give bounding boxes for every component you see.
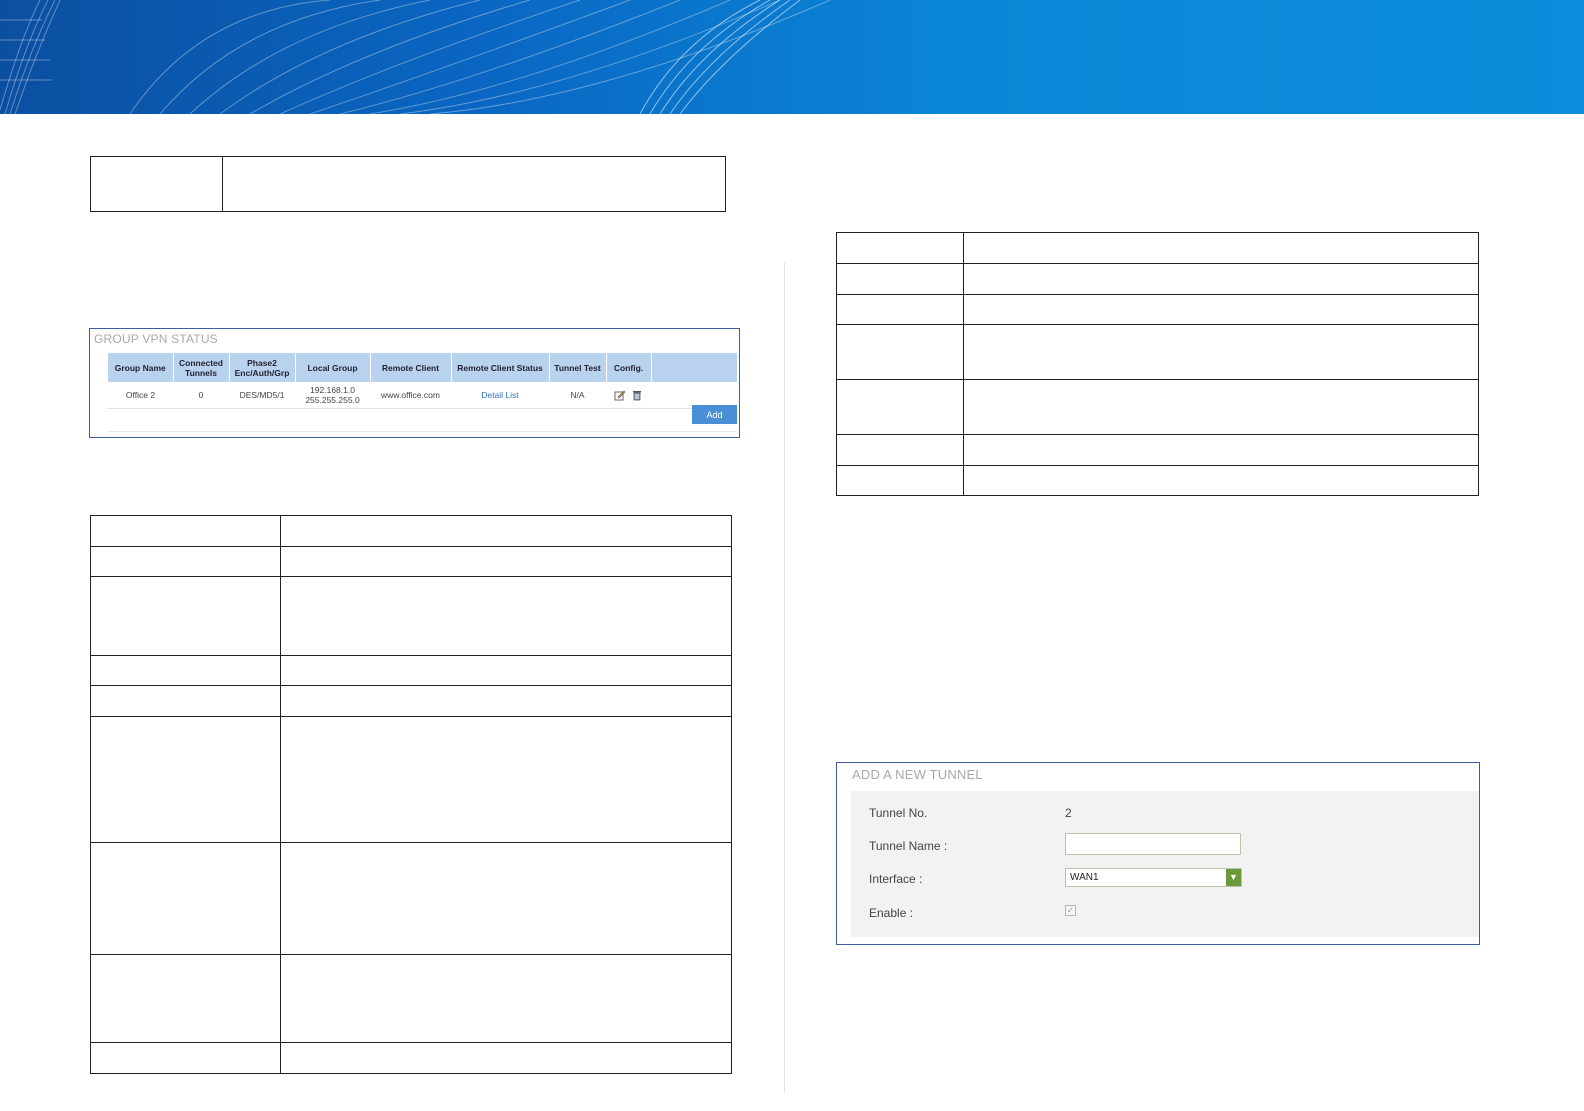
edit-icon[interactable] — [614, 389, 626, 401]
info-table-left — [90, 515, 732, 1074]
table-cell — [280, 655, 732, 686]
col-header-remote-client-status: Remote Client Status — [451, 353, 550, 382]
table-cell — [90, 1042, 281, 1074]
banner-wave-graphic — [0, 0, 831, 114]
chevron-down-icon: ▼ — [1226, 869, 1241, 886]
col-header-filler — [651, 353, 738, 382]
col-header-config: Config. — [606, 353, 652, 382]
panel-title: GROUP VPN STATUS — [94, 332, 218, 346]
col-header-connected-tunnels: Connected Tunnels — [173, 353, 230, 382]
col-header-local-group: Local Group — [295, 353, 371, 382]
info-table-right — [836, 232, 1479, 496]
interface-label: Interface : — [869, 872, 923, 886]
group-vpn-status-panel: GROUP VPN STATUS Group Name Connected Tu… — [89, 328, 740, 438]
table-cell — [280, 954, 732, 1043]
table-cell — [280, 842, 732, 955]
table-cell — [280, 716, 732, 843]
tunnel-form: Tunnel No. 2 Tunnel Name : Interface : W… — [851, 791, 1479, 937]
detail-list-link[interactable]: Detail List — [481, 390, 518, 400]
empty-cell — [108, 408, 737, 432]
interface-selected-value: WAN1 — [1070, 872, 1099, 883]
table-cell — [963, 294, 1479, 325]
cell-connected-tunnels: 0 — [173, 382, 229, 409]
table-cell — [90, 954, 281, 1043]
table-row-empty — [108, 408, 737, 432]
table-cell — [280, 685, 732, 717]
table-cell — [963, 263, 1479, 295]
enable-checkbox[interactable]: ✓ — [1065, 905, 1076, 916]
tunnel-name-label: Tunnel Name : — [869, 839, 948, 853]
group-vpn-table: Group Name Connected Tunnels Phase2 Enc/… — [108, 353, 738, 432]
add-new-tunnel-panel: ADD A NEW TUNNEL Tunnel No. 2 Tunnel Nam… — [836, 762, 1480, 945]
table-cell — [836, 232, 964, 264]
tunnel-no-value: 2 — [1065, 806, 1072, 820]
col-header-phase2: Phase2 Enc/Auth/Grp — [229, 353, 296, 382]
table-cell — [90, 716, 281, 843]
table-cell — [90, 546, 281, 577]
column-divider — [784, 262, 785, 1092]
table-cell — [963, 465, 1479, 496]
cell-remote-client: www.office.com — [370, 382, 451, 409]
table-cell — [963, 324, 1479, 380]
header-banner — [0, 0, 1584, 114]
cell-remote-client-status: Detail List — [451, 382, 549, 409]
table-cell — [836, 263, 964, 295]
col-header-tunnel-test: Tunnel Test — [549, 353, 607, 382]
local-group-mask: 255.255.255.0 — [305, 395, 360, 405]
table-cell — [90, 156, 223, 212]
tunnel-no-label: Tunnel No. — [869, 806, 928, 820]
table-cell — [836, 465, 964, 496]
table-cell — [90, 655, 281, 686]
table-cell — [963, 434, 1479, 466]
table-row: Office 2 0 DES/MD5/1 192.168.1.0 255.255… — [108, 382, 737, 409]
table-cell — [836, 379, 964, 435]
table-cell — [90, 842, 281, 955]
table-cell — [963, 232, 1479, 264]
enable-label: Enable : — [869, 906, 914, 920]
table-cell — [963, 379, 1479, 435]
cell-group-name: Office 2 — [108, 382, 173, 409]
local-group-ip: 192.168.1.0 — [310, 385, 355, 395]
table-header-row: Group Name Connected Tunnels Phase2 Enc/… — [108, 353, 738, 382]
panel-title: ADD A NEW TUNNEL — [852, 767, 983, 782]
tunnel-name-input[interactable] — [1065, 833, 1241, 855]
cell-config — [606, 382, 651, 409]
table-cell — [836, 324, 964, 380]
table-cell — [222, 156, 726, 212]
table-cell — [280, 515, 732, 547]
cell-phase2: DES/MD5/1 — [229, 382, 295, 409]
interface-select[interactable]: WAN1 ▼ — [1065, 868, 1242, 887]
table-cell — [836, 294, 964, 325]
col-header-remote-client: Remote Client — [370, 353, 452, 382]
delete-icon[interactable] — [631, 389, 643, 401]
col-header-group-name: Group Name — [108, 353, 174, 382]
cell-tunnel-test: N/A — [549, 382, 606, 409]
cell-local-group: 192.168.1.0 255.255.255.0 — [295, 382, 370, 409]
table-cell — [280, 1042, 732, 1074]
table-cell — [280, 576, 732, 656]
table-cell — [90, 515, 281, 547]
table-cell — [280, 546, 732, 577]
info-table-top — [90, 156, 726, 212]
table-cell — [90, 685, 281, 717]
table-cell — [836, 434, 964, 466]
add-button[interactable]: Add — [692, 405, 737, 424]
table-cell — [90, 576, 281, 656]
